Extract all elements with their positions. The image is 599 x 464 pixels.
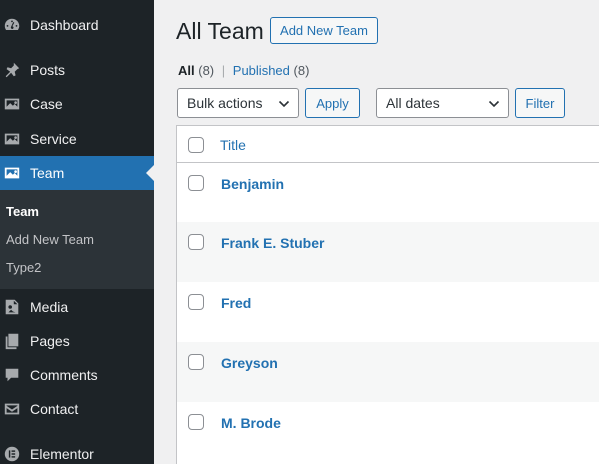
view-published-count: (8) (293, 63, 310, 78)
page-title: All Team (176, 18, 264, 44)
dates-select[interactable]: All dates (376, 88, 509, 118)
table-row: Frank E. Stuber (177, 222, 599, 282)
column-title-header[interactable]: Title (220, 137, 246, 153)
sidebar-item-label: Contact (30, 401, 79, 417)
team-submenu: Team Add New Team Type2 (0, 190, 154, 289)
dates-value: All dates (386, 95, 440, 111)
view-published[interactable]: Published (233, 63, 290, 78)
submenu-item-team[interactable]: Team (6, 204, 39, 219)
sidebar-item-team[interactable]: Team (0, 156, 154, 190)
sidebar-item-media[interactable]: Media (0, 290, 154, 324)
views-separator: | (221, 63, 226, 78)
view-all-count: (8) (198, 63, 215, 78)
pages-icon (0, 332, 30, 350)
elementor-icon (0, 445, 30, 463)
image-icon (0, 95, 30, 113)
table-row: Fred (177, 282, 599, 342)
view-all[interactable]: All (178, 63, 195, 78)
table-header: Title (177, 126, 599, 163)
team-table: Title Benjamin Frank E. Stuber Fred Grey… (176, 125, 599, 464)
sidebar-item-posts[interactable]: Posts (0, 53, 154, 87)
sidebar-item-dashboard[interactable]: Dashboard (0, 8, 154, 42)
chevron-down-icon (488, 100, 500, 108)
submenu-item-type2[interactable]: Type2 (6, 260, 41, 275)
row-checkbox[interactable] (188, 175, 204, 191)
bulk-actions-select[interactable]: Bulk actions (177, 88, 299, 118)
add-new-team-button[interactable]: Add New Team (270, 17, 378, 44)
row-checkbox[interactable] (188, 234, 204, 250)
row-checkbox[interactable] (188, 354, 204, 370)
row-title-link[interactable]: Greyson (221, 355, 278, 371)
post-status-views: All (8) | Published (8) (178, 63, 309, 78)
admin-sidebar: Dashboard Posts Case Service Team Team A… (0, 0, 154, 464)
row-checkbox[interactable] (188, 414, 204, 430)
sidebar-item-service[interactable]: Service (0, 122, 154, 156)
sidebar-item-label: Case (30, 96, 63, 112)
sidebar-item-label: Posts (30, 62, 66, 78)
table-row: M. Brode (177, 402, 599, 462)
bulk-actions-value: Bulk actions (187, 95, 263, 111)
row-title-link[interactable]: M. Brode (221, 415, 281, 431)
sidebar-item-label: Service (30, 131, 77, 147)
sidebar-item-label: Elementor (30, 446, 94, 462)
main-content: All Team Add New Team All (8) | Publishe… (154, 0, 599, 464)
image-icon (0, 164, 30, 182)
row-title-link[interactable]: Benjamin (221, 176, 284, 192)
sidebar-item-case[interactable]: Case (0, 87, 154, 121)
sidebar-item-label: Media (30, 299, 69, 315)
sidebar-item-comments[interactable]: Comments (0, 358, 154, 392)
sidebar-item-label: Team (30, 165, 65, 181)
table-row: Greyson (177, 342, 599, 402)
comment-icon (0, 366, 30, 384)
apply-button[interactable]: Apply (305, 88, 360, 118)
select-all-checkbox[interactable] (188, 137, 204, 153)
filter-button[interactable]: Filter (515, 88, 565, 118)
submenu-item-add-new-team[interactable]: Add New Team (6, 232, 94, 247)
row-title-link[interactable]: Frank E. Stuber (221, 235, 324, 251)
pin-icon (0, 61, 30, 79)
sidebar-item-label: Pages (30, 333, 70, 349)
dashboard-icon (0, 16, 30, 34)
sidebar-item-elementor[interactable]: Elementor (0, 437, 154, 464)
image-icon (0, 130, 30, 148)
sidebar-item-label: Comments (30, 367, 98, 383)
chevron-down-icon (278, 100, 290, 108)
sidebar-item-pages[interactable]: Pages (0, 324, 154, 358)
row-checkbox[interactable] (188, 294, 204, 310)
mail-icon (0, 400, 30, 418)
media-icon (0, 298, 30, 316)
sidebar-item-label: Dashboard (30, 17, 99, 33)
row-title-link[interactable]: Fred (221, 295, 251, 311)
table-row: Benjamin (177, 163, 599, 223)
sidebar-item-contact[interactable]: Contact (0, 392, 154, 426)
